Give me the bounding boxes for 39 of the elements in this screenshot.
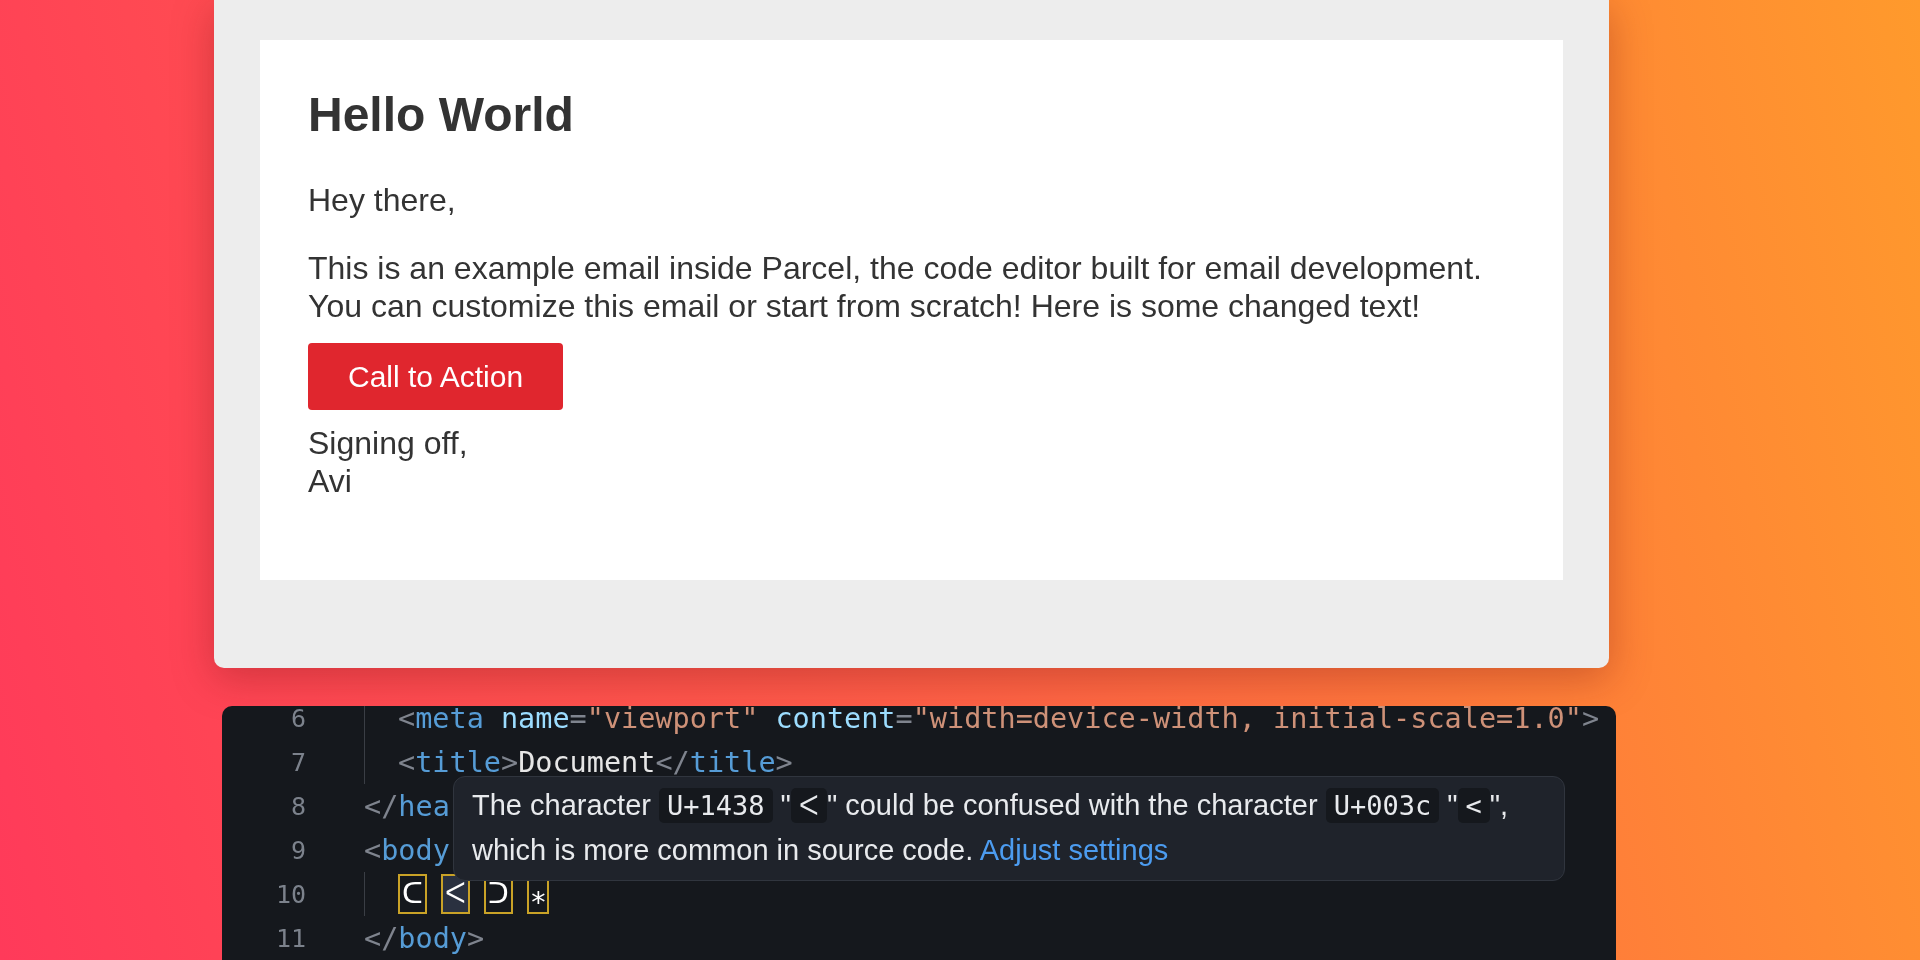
greeting-text: Hey there, <box>308 181 457 219</box>
highlighted-character[interactable]: ᐸ <box>441 874 470 914</box>
line-number: 11 <box>274 923 306 953</box>
code-token: > <box>466 921 485 955</box>
code-token: name <box>500 706 570 735</box>
code-token: = <box>569 706 587 735</box>
code-token: title <box>415 745 501 779</box>
signoff-text: Signing off, <box>308 424 469 462</box>
code-token: </ <box>364 789 399 823</box>
line-number: 8 <box>289 791 306 821</box>
code-token: < <box>398 745 416 779</box>
line-number: 9 <box>289 835 306 865</box>
code-token: body <box>398 921 467 955</box>
body-paragraph: This is an example email inside Parcel, the code editor built for email development. You can customize this email or start from scratch! Here is some changed text! <box>308 249 1483 325</box>
code-token: "viewport" <box>586 706 759 735</box>
signoff-text: Avi <box>308 462 353 500</box>
code-token: hea <box>398 789 450 823</box>
line-number: 10 <box>274 879 306 909</box>
code-token: > <box>500 745 519 779</box>
code-token: > <box>1581 706 1600 735</box>
code-token: meta <box>415 706 484 735</box>
highlighted-character[interactable]: ᑕ <box>398 874 427 914</box>
code-token: title <box>689 745 776 779</box>
call-to-action-button[interactable]: Call to Action <box>308 343 564 410</box>
tooltip-message: The character U+1438 " ᐸ " could be confused with the character U+003c " < ", which is more common in source code. Adjust settings <box>472 787 1510 868</box>
code-token: < <box>398 706 416 735</box>
code-token: < <box>364 833 382 867</box>
code-token: > <box>775 745 793 779</box>
adjust-settings-link[interactable]: Adjust settings <box>979 834 1169 866</box>
code-token: body <box>381 833 450 867</box>
code-token: </ <box>655 745 690 779</box>
line-number: 6 <box>289 706 306 733</box>
line-number: 7 <box>289 747 306 777</box>
code-token: content <box>775 706 896 735</box>
code-token: Document <box>518 745 656 779</box>
email-heading: Hello World <box>308 87 575 143</box>
code-token: "width=device-width, initial-scale=1.0" <box>912 706 1582 735</box>
code-token: </ <box>364 921 399 955</box>
code-token: = <box>895 706 913 735</box>
